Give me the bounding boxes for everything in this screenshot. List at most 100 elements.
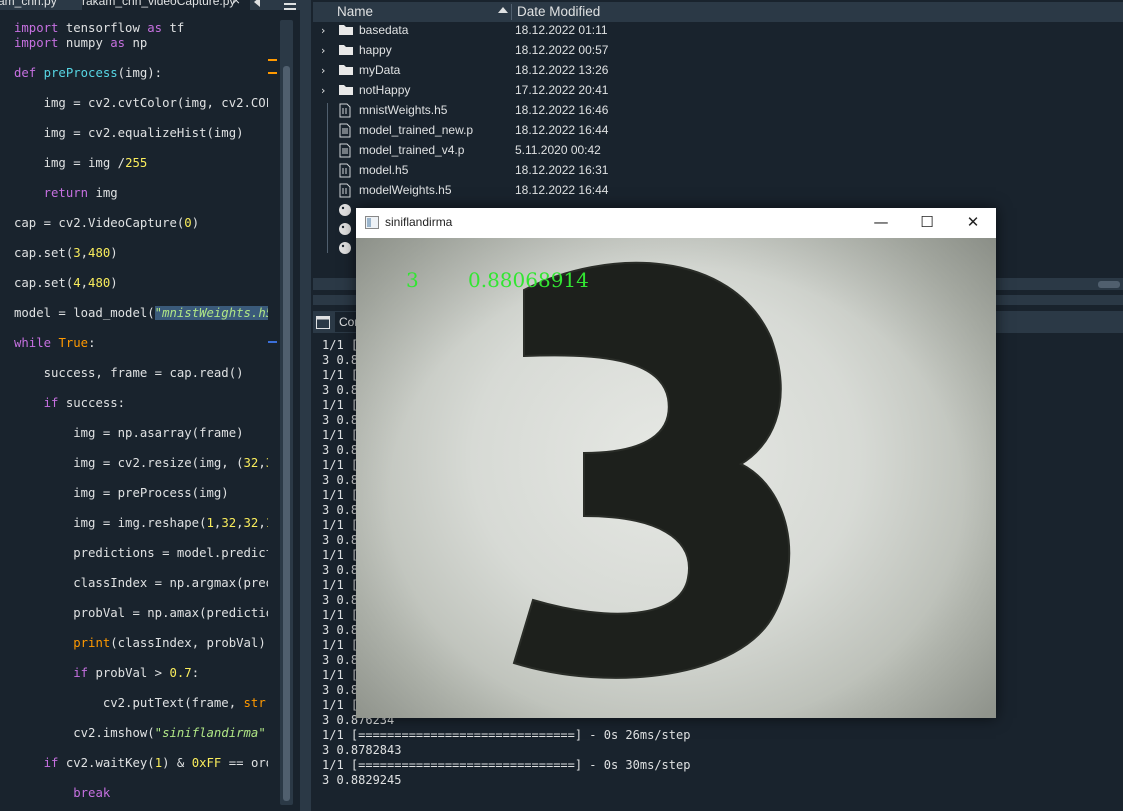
code-line: probVal = np.amax(prediction [14,606,268,620]
code-line: success, frame = cap.read() [14,366,244,380]
file-row[interactable]: modelWeights.h5 18.12.2022 16:44 [313,180,1073,200]
console-line: 1/1 [ [322,608,359,622]
tab-label: rakam_cnn_videoCapture.py [82,0,236,8]
file-name: model.h5 [359,163,409,177]
code-line: break [73,786,111,800]
pane-splitter[interactable] [300,0,311,811]
scrollbar-thumb[interactable] [1098,281,1120,288]
minimize-button[interactable]: — [858,208,904,238]
tab-close-icon[interactable]: × [232,0,240,8]
console-line: 1/1 [ [322,638,359,652]
console-line: 3 0.8 [322,653,359,667]
editor-scrollbar-thumb[interactable] [283,66,290,801]
warning-marker[interactable] [268,59,277,61]
python-file-icon [339,204,351,216]
code-line: if cv2.waitKey(1) & 0xFF == ord( [43,756,268,770]
column-header-date-modified[interactable]: Date Modified [517,4,600,19]
file-row[interactable]: model.h5 18.12.2022 16:31 [313,160,1073,180]
text-file-icon [339,123,351,138]
column-divider[interactable] [511,4,512,20]
prediction-probability-label: 0.88068914 [468,268,589,292]
code-line: cv2.putText(frame, str(c [14,696,268,710]
close-button[interactable]: ✕ [950,208,996,238]
console-line: 1/1 [ [322,428,359,442]
file-row-folder[interactable]: › basedata 18.12.2022 01:11 [313,20,1073,40]
window-icon[interactable] [316,316,330,329]
code-line: model = load_model("mnistWeights.h5") [14,305,268,321]
file-date: 17.12.2022 20:41 [515,83,609,97]
file-row-folder[interactable]: › notHappy 17.12.2022 20:41 [313,80,1073,100]
console-line: 1/1 [ [322,338,359,352]
console-line: 3 0.8 [322,593,359,607]
tab-cam-cnn[interactable]: cam_cnn.py [0,0,72,10]
file-name: myData [359,63,401,77]
console-line: 1/1 [ [322,488,359,502]
tab-rakam-cnn-videocapture[interactable]: rakam_cnn_videoCapture.py [82,0,250,10]
file-date: 18.12.2022 00:57 [515,43,609,57]
expand-chevron-icon[interactable]: › [321,24,325,37]
file-date: 18.12.2022 13:26 [515,63,609,77]
console-line: 3 0.8 [322,563,359,577]
code-line: img = img /255 [14,156,148,170]
expand-chevron-icon[interactable]: › [321,64,325,77]
code-line: img = preProcess(img) [14,486,229,500]
console-line: 3 0.8 [322,353,359,367]
maximize-button[interactable]: ☐ [904,208,950,238]
file-name: happy [359,43,392,57]
file-date: 5.11.2020 00:42 [515,143,601,157]
siniflandirma-window[interactable]: siniflandirma — ☐ ✕ 3 0.88068914 [356,208,996,718]
file-row[interactable]: model_trained_new.p 18.12.2022 16:44 [313,120,1073,140]
window-titlebar[interactable]: siniflandirma — ☐ ✕ [356,208,996,238]
code-line: import numpy as np [14,36,148,50]
console-line: 1/1 [ [322,548,359,562]
code-line: img = cv2.cvtColor(img, cv2.COLO [14,96,268,110]
console-line: 3 0.8 [322,473,359,487]
console-line: 3 0.8 [322,683,359,697]
file-browser-header: Name Date Modified [313,2,1123,22]
file-row[interactable]: mnistWeights.h5 18.12.2022 16:46 [313,100,1073,120]
folder-icon [339,65,353,75]
console-line: 1/1 [ [322,458,359,472]
tab-label: cam_cnn.py [0,0,57,8]
tab-scroll-left-icon[interactable] [254,0,260,7]
warning-marker[interactable] [268,72,277,74]
console-line: 1/1 [==============================] - 0… [322,758,691,772]
console-line: 3 0.8 [322,503,359,517]
file-date: 18.12.2022 01:11 [515,23,608,37]
file-date: 18.12.2022 16:44 [515,183,609,197]
code-line: while True: [14,336,96,350]
code-line: img = cv2.equalizeHist(img) [14,126,244,140]
file-row-folder[interactable]: › myData 18.12.2022 13:26 [313,60,1073,80]
console-line: 1/1 [ [322,368,359,382]
file-date: 18.12.2022 16:44 [515,123,609,137]
binary-file-icon [339,183,351,198]
code-line: classIndex = np.argmax(predi [14,576,268,590]
code-line: cv2.imshow("siniflandirma", [14,726,268,740]
expand-chevron-icon[interactable]: › [321,44,325,57]
python-file-icon [339,223,351,235]
sort-ascending-icon[interactable] [498,7,508,13]
code-line: if success: [43,396,126,410]
predicted-class-label: 3 [406,268,419,292]
code-line: img = np.asarray(frame) [14,426,244,440]
occurrence-marker[interactable] [268,341,277,343]
code-line: import tensorflow as tf [14,21,185,35]
file-name: mnistWeights.h5 [359,103,448,117]
console-line: 1/1 [ [322,578,359,592]
file-row[interactable]: model_trained_v4.p 5.11.2020 00:42 [313,140,1073,160]
console-line: 3 0.8 [322,443,359,457]
column-header-name[interactable]: Name [337,4,373,19]
code-line: predictions = model.predict( [14,546,268,560]
folder-icon [339,85,353,95]
file-row-folder[interactable]: › happy 18.12.2022 00:57 [313,40,1073,60]
code-editor[interactable]: import tensorflow as tf import numpy as … [0,12,268,811]
console-line: 3 0.8782843 [322,743,402,757]
code-line: img = img.reshape(1,32,32,1) [14,516,268,530]
editor-options-menu-icon[interactable] [284,0,296,10]
file-name: model_trained_v4.p [359,143,465,157]
expand-chevron-icon[interactable]: › [321,84,325,97]
console-line: 1/1 [ [322,398,359,412]
image-vignette [356,238,996,718]
file-date: 18.12.2022 16:31 [515,163,609,177]
text-file-icon [339,143,351,158]
